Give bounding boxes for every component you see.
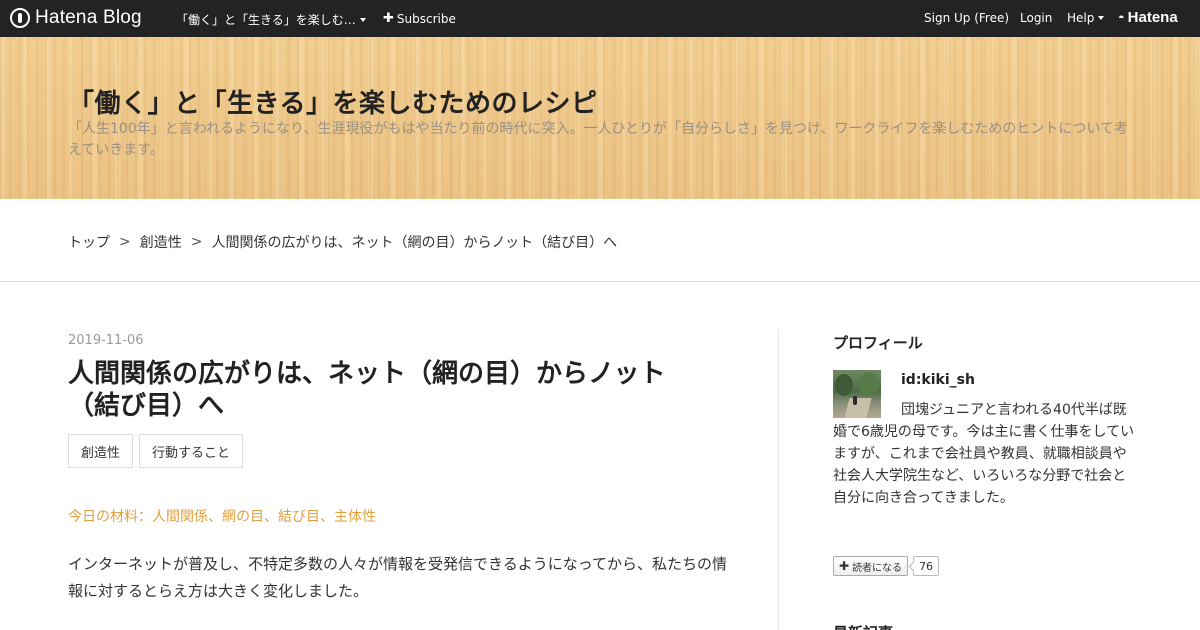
- entry-materials: 今日の材料：人間関係、網の目、結び目、主体性: [68, 509, 376, 525]
- tag-action[interactable]: 行動すること: [139, 434, 244, 468]
- entry-date[interactable]: 2019-11-06: [68, 333, 144, 348]
- caret-down-icon: [1098, 16, 1105, 20]
- breadcrumb: トップ > 創造性 > 人間関係の広がりは、ネット（網の目）からノット（結び目）…: [68, 232, 617, 252]
- entry-body-paragraph: インターネットが普及し、不特定多数の人々が情報を受発信できるようになってから、私…: [68, 555, 727, 600]
- blog-description: 「人生100年」と言われるようになり、生涯現役がもはや当たり前の時代に突入。一人…: [68, 121, 1128, 158]
- profile-heading: プロフィール: [833, 334, 923, 352]
- subscribe-label: Subscribe: [396, 11, 456, 26]
- plus-icon: ✚: [839, 559, 850, 573]
- entry-title[interactable]: 人間関係の広がりは、ネット（網の目）からノット（結び目）へ: [68, 358, 708, 422]
- breadcrumb-category[interactable]: 創造性: [140, 232, 182, 252]
- hatena-blog-logo[interactable]: Hatena Blog: [10, 7, 142, 29]
- login-link[interactable]: Login: [1020, 11, 1052, 25]
- help-dropdown[interactable]: Help: [1067, 11, 1105, 25]
- entry-tags: 創造性 行動すること: [68, 434, 249, 468]
- become-reader-label: 読者になる: [852, 562, 903, 574]
- hatena-brand-label: Hatena: [1127, 9, 1178, 26]
- plus-icon: ✚: [383, 11, 394, 26]
- logo-text: Hatena Blog: [35, 7, 142, 28]
- profile-description: 団塊ジュニアと言われる40代半ば既婚で6歳児の母です。今は主に書く仕事をしていま…: [833, 399, 1139, 509]
- caret-down-icon: [359, 17, 366, 22]
- reader-widget: ✚ 読者になる 76: [833, 556, 940, 576]
- breadcrumb-separator: >: [190, 234, 203, 250]
- profile-description-text: 団塊ジュニアと言われる40代半ば既婚で6歳児の母です。今は主に書く仕事をしていま…: [833, 402, 1135, 506]
- hatena-logo-icon: ◓: [1118, 11, 1125, 24]
- help-label: Help: [1067, 11, 1095, 25]
- recent-posts-heading: 最新記事: [833, 622, 893, 630]
- column-divider: [778, 330, 779, 630]
- breadcrumb-top[interactable]: トップ: [68, 232, 110, 252]
- reader-count-badge: 76: [913, 556, 940, 576]
- subscribe-button[interactable]: ✚ Subscribe: [383, 11, 456, 26]
- breadcrumb-current: 人間関係の広がりは、ネット（網の目）からノット（結び目）へ: [211, 235, 618, 251]
- blog-header: 「働く」と「生きる」を楽しむためのレシピ 「人生100年」と言われるようになり、…: [0, 37, 1200, 199]
- profile-user-id[interactable]: id:kiki_sh: [901, 372, 975, 388]
- hatena-blog-logo-icon: [10, 8, 30, 28]
- blog-menu-label: 「働く」と「生きる」を楽しむ…: [176, 13, 356, 27]
- blog-menu-dropdown[interactable]: 「働く」と「生きる」を楽しむ…: [176, 11, 366, 28]
- hatena-brand-link[interactable]: ◓ Hatena: [1118, 9, 1178, 26]
- signup-link[interactable]: Sign Up (Free): [924, 11, 1009, 25]
- tag-creativity[interactable]: 創造性: [68, 434, 134, 468]
- become-reader-button[interactable]: ✚ 読者になる: [833, 556, 909, 576]
- breadcrumb-band: トップ > 創造性 > 人間関係の広がりは、ネット（網の目）からノット（結び目）…: [0, 199, 1200, 282]
- blog-title[interactable]: 「働く」と「生きる」を楽しむためのレシピ: [68, 83, 597, 120]
- breadcrumb-separator: >: [119, 234, 131, 250]
- global-header: Hatena Blog 「働く」と「生きる」を楽しむ… ✚ Subscribe …: [0, 0, 1200, 37]
